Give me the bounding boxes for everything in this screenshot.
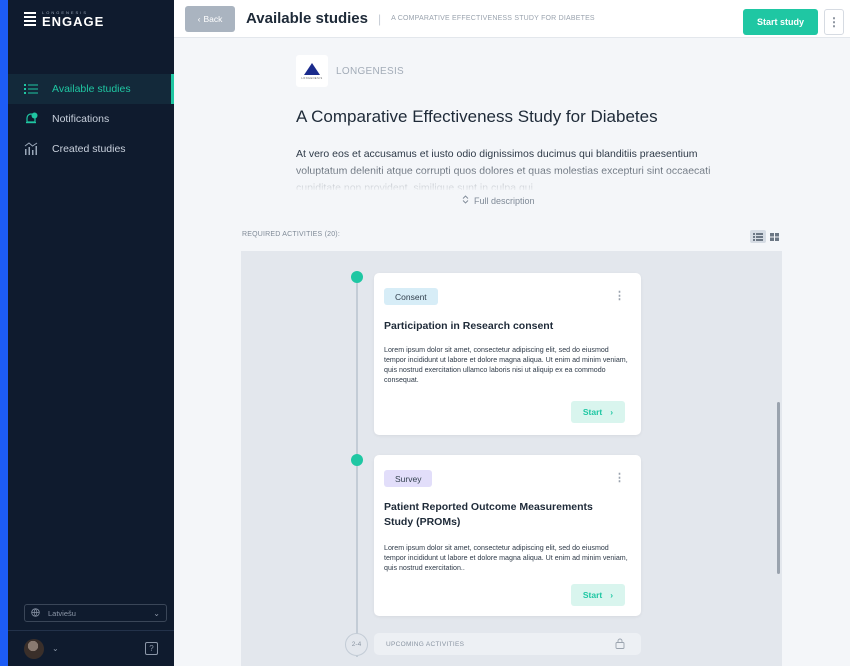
activity-tag: Survey <box>384 470 433 487</box>
start-activity-button[interactable]: Start › <box>571 401 625 423</box>
start-activity-button[interactable]: Start › <box>571 584 625 606</box>
logo-triangle-icon <box>304 62 320 75</box>
organization-header: LONGENESIS LONGENESIS <box>296 55 404 87</box>
scrollbar[interactable] <box>777 402 780 574</box>
upcoming-activities-label: UPCOMING ACTIVITIES <box>386 640 465 648</box>
activity-title: Patient Reported Outcome Measurements St… <box>384 501 593 528</box>
page-title: Available studies <box>246 10 368 27</box>
activity-card-survey[interactable]: Survey ⋮ Patient Reported Outcome Measur… <box>374 455 641 616</box>
timeline-line <box>356 277 358 657</box>
chevron-down-icon: ⌄ <box>153 608 160 618</box>
sidebar-nav: Available studies Notifications Created … <box>8 74 174 164</box>
full-description-toggle[interactable]: Full description <box>462 195 535 206</box>
language-select[interactable]: Latviešu ⌄ <box>24 604 167 622</box>
top-bar: ‹ Back Available studies | A COMPARATIVE… <box>174 0 850 38</box>
page-subtitle: A COMPARATIVE EFFECTIVENESS STUDY FOR DI… <box>391 15 595 22</box>
timeline-dot <box>351 454 363 466</box>
grid-view-button[interactable] <box>766 230 782 243</box>
activity-card-consent[interactable]: Consent ⋮ Participation in Research cons… <box>374 273 641 435</box>
organization-logo-text: LONGENESIS <box>301 76 323 80</box>
main-content: ‹ Back Available studies | A COMPARATIVE… <box>174 0 850 666</box>
activity-description: Lorem ipsum dolor sit amet, consectetur … <box>384 346 628 384</box>
brand-mark-icon <box>24 12 36 26</box>
organization-name: LONGENESIS <box>336 65 405 77</box>
stats-icon <box>24 142 38 156</box>
sidebar-item-label: Available studies <box>52 83 131 95</box>
organization-logo: LONGENESIS <box>296 55 328 87</box>
chevron-right-icon: › <box>610 407 614 417</box>
sidebar-item-label: Created studies <box>52 143 126 155</box>
brand-name: ENGAGE <box>42 13 105 29</box>
activity-tag: Consent <box>384 288 438 305</box>
list-view-button[interactable] <box>750 230 766 243</box>
start-study-button[interactable]: Start study <box>743 9 818 35</box>
lock-icon <box>615 638 625 651</box>
chevron-left-icon: ‹ <box>197 13 201 24</box>
sidebar-footer: ⌄ ? <box>8 630 174 666</box>
upcoming-activities-row[interactable]: UPCOMING ACTIVITIES <box>374 633 641 655</box>
more-menu-button[interactable]: ⋮ <box>824 9 844 35</box>
back-button[interactable]: ‹ Back <box>185 5 235 32</box>
chevron-down-icon[interactable]: ⌄ <box>52 644 59 653</box>
expand-icon <box>462 195 469 206</box>
description-fade <box>296 160 736 190</box>
sidebar-item-notifications[interactable]: Notifications <box>8 104 174 134</box>
upcoming-step-badge: 2-4 <box>345 633 368 656</box>
globe-icon <box>31 607 40 619</box>
list-icon <box>24 82 38 96</box>
sidebar-item-created-studies[interactable]: Created studies <box>8 134 174 164</box>
card-menu-icon[interactable]: ⋮ <box>614 289 625 302</box>
avatar[interactable] <box>24 638 44 659</box>
title-separator: | <box>378 11 382 26</box>
help-button[interactable]: ? <box>145 642 158 655</box>
bell-icon <box>24 112 38 126</box>
activities-board: Consent ⋮ Participation in Research cons… <box>241 251 782 666</box>
chevron-right-icon: › <box>610 590 614 600</box>
study-title: A Comparative Effectiveness Study for Di… <box>296 107 658 126</box>
brand-logo[interactable]: LONGENESIS ENGAGE <box>8 0 174 38</box>
card-menu-icon[interactable]: ⋮ <box>614 471 625 484</box>
language-label: Latviešu <box>48 608 76 618</box>
view-toggle <box>750 230 782 243</box>
timeline-dot <box>351 271 363 283</box>
sidebar: LONGENESIS ENGAGE Available studies Noti… <box>8 0 174 666</box>
sidebar-item-available-studies[interactable]: Available studies <box>8 74 174 104</box>
sidebar-item-label: Notifications <box>52 113 110 125</box>
activity-title: Participation in Research consent <box>384 320 554 332</box>
required-activities-label: REQUIRED ACTIVITIES (20): <box>242 231 340 238</box>
activity-description: Lorem ipsum dolor sit amet, consectetur … <box>384 544 628 572</box>
